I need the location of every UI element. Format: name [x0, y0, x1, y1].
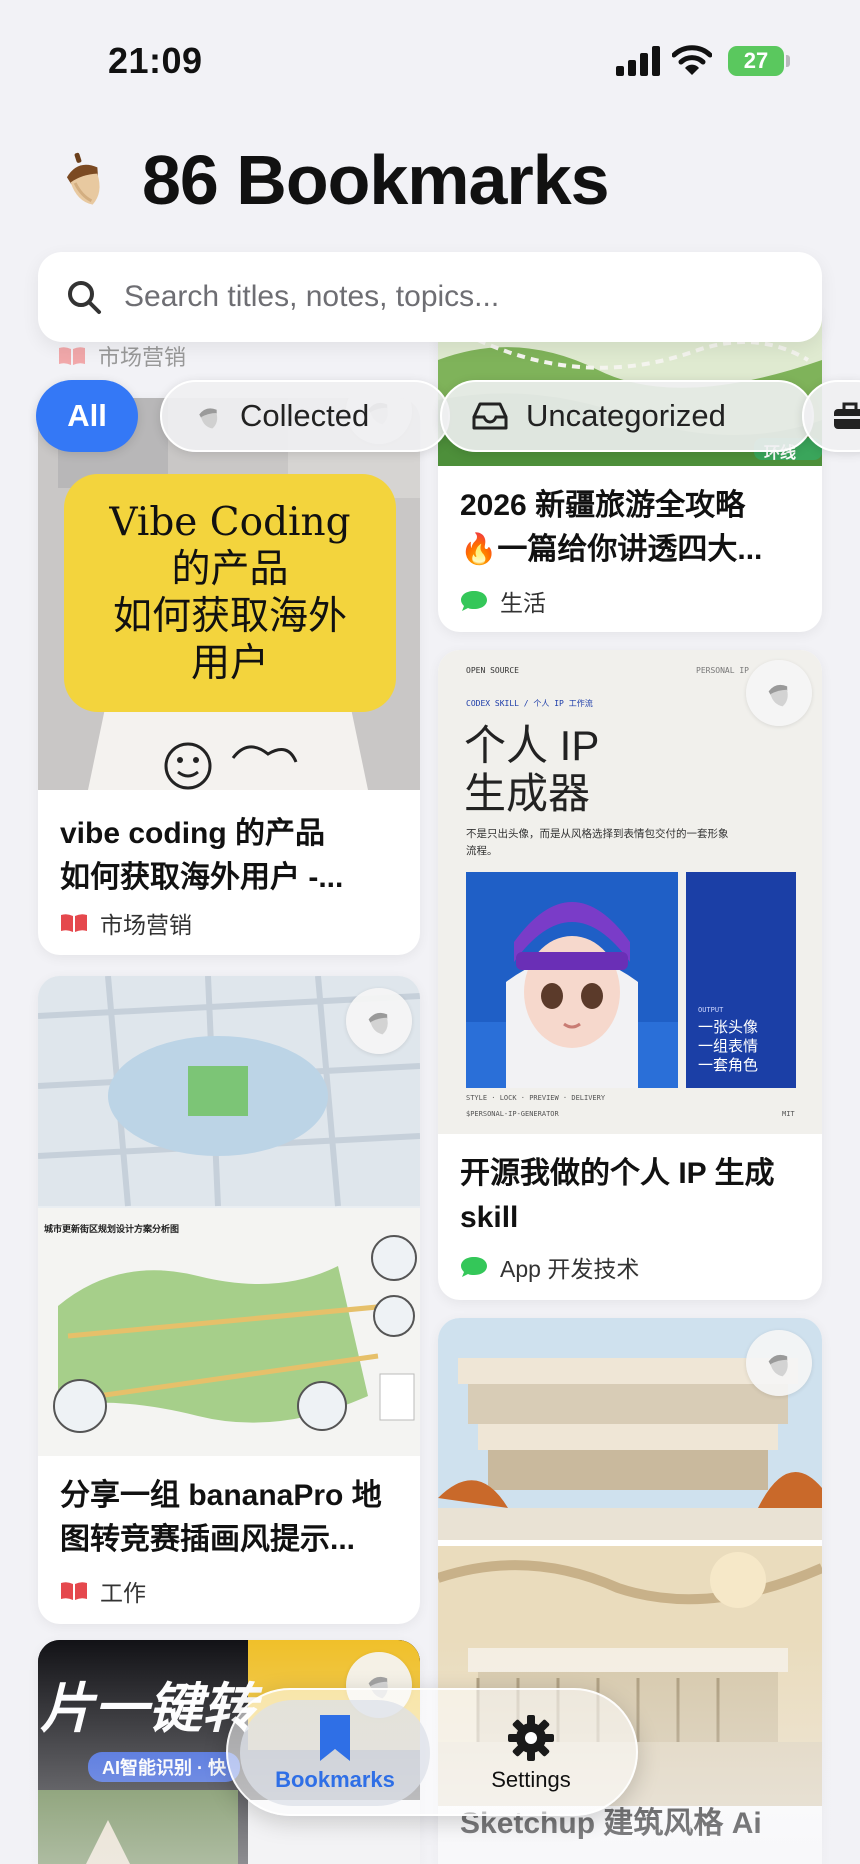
filter-chip-collected[interactable]: Collected — [160, 380, 450, 452]
acorn-icon — [768, 684, 788, 707]
tab-bar: Bookmarks Settings — [226, 1688, 638, 1816]
filter-chip-all[interactable]: All — [36, 380, 138, 452]
acorn-icon — [768, 1354, 788, 1377]
tab-label: Bookmarks — [275, 1767, 395, 1792]
cellular-signal-icon — [616, 46, 660, 76]
tray-icon — [472, 402, 508, 430]
promo-headline: 片一键转 — [40, 1679, 256, 1739]
card-title-line: 图转竞赛插画风提示... — [60, 1523, 356, 1556]
card-title: 开源我做的个人 IP 生成 skill — [460, 1152, 804, 1240]
status-time: 21:09 — [108, 40, 203, 81]
thumb-description-line: 不是只出头像，而是从风格选择到表情包交付的一套形象 — [466, 828, 729, 840]
gear-icon — [508, 1715, 554, 1761]
output-lines: 一张头像 一组表情 一套角色 — [698, 1018, 758, 1075]
collect-acorn-button[interactable] — [746, 660, 812, 726]
tab-settings[interactable]: Settings — [436, 1700, 626, 1806]
card-title: 2026 新疆旅游全攻略 🔥一篇给你讲透四大... — [460, 484, 804, 572]
search-icon — [68, 281, 101, 314]
output-panel: OUTPUT 一张头像 一组表情 一套角色 — [686, 872, 796, 1088]
card-title-line: 2026 新疆旅游全攻略 — [460, 489, 746, 522]
bookmark-card-personal-ip[interactable]: OPEN SOURCE PERSONAL IP CODEX SKILL / 个人… — [438, 650, 822, 1300]
thumb-top-left: OPEN SOURCE — [466, 666, 519, 675]
card-tag: 市场营销 — [60, 906, 192, 940]
collect-acorn-button[interactable] — [346, 988, 412, 1054]
card-tag-label: 生活 — [500, 590, 546, 616]
card-tag-peek: 市场营销 — [58, 340, 186, 372]
filter-chip-label: Uncategorized — [526, 398, 726, 433]
filter-chip-uncategorized[interactable]: Uncategorized — [440, 380, 814, 452]
battery-tip — [786, 55, 790, 67]
overlay-line: Vibe Coding — [109, 500, 351, 545]
book-icon — [61, 1582, 87, 1600]
card-title-line: skill — [460, 1201, 519, 1234]
avatar-illustration — [466, 872, 678, 1088]
card-title-line: vibe coding 的产品 — [60, 817, 326, 850]
bookmark-icon — [320, 1715, 350, 1761]
acorn-logo-icon — [66, 152, 100, 205]
tab-bookmarks[interactable]: Bookmarks — [240, 1700, 430, 1806]
thumb-footer-license: MIT — [782, 1110, 795, 1118]
chat-bubble-icon — [461, 1257, 487, 1277]
promo-subline: AI智能识别 · 快 — [88, 1752, 240, 1782]
thumb-heading-line: 生成器 — [464, 770, 591, 817]
wifi-icon — [672, 45, 712, 75]
card-tag: 生活 — [460, 584, 546, 618]
output-line: 一套角色 — [698, 1057, 759, 1074]
card-title-line: 🔥一篇给你讲透四大... — [460, 533, 763, 566]
card-tag-label: App 开发技术 — [500, 1256, 640, 1282]
thumb-top-right: PERSONAL IP — [696, 666, 749, 675]
card-tag: 工作 — [460, 1858, 546, 1864]
thumb-footer: STYLE · LOCK · PREVIEW · DELIVERY — [466, 1094, 606, 1102]
output-line: 一组表情 — [698, 1038, 759, 1055]
card-title-line: 开源我做的个人 IP 生成 — [460, 1157, 775, 1190]
bookmark-card-vibe-coding[interactable]: Vibe Coding 的产品 如何获取海外 用户 vibe coding 的产… — [38, 398, 420, 955]
card-tag-label: 市场营销 — [98, 345, 187, 370]
battery-indicator: 27 — [728, 46, 784, 76]
filter-chip-work[interactable] — [802, 380, 860, 452]
card-title: vibe coding 的产品 如何获取海外用户 -... — [60, 812, 402, 900]
book-icon — [61, 914, 87, 932]
overlay-line: 如何获取海外 — [112, 594, 347, 639]
card-title-line: 如何获取海外用户 -... — [60, 861, 344, 894]
bookmark-card-xinjiang[interactable]: 环线 2026 新疆旅游全攻略 🔥一篇给你讲透四大... 生活 — [438, 300, 822, 632]
output-line: 一张头像 — [698, 1019, 759, 1036]
page-title: 86 Bookmarks — [142, 141, 610, 219]
search-input[interactable] — [124, 280, 804, 314]
tab-label: Settings — [491, 1767, 571, 1792]
card-tag-label: 工作 — [100, 1580, 146, 1606]
thumb-kicker: CODEX SKILL / 个人 IP 工作流 — [466, 699, 593, 708]
overlay-line: 用户 — [190, 641, 269, 686]
video-overlay-caption: Vibe Coding 的产品 如何获取海外 用户 — [64, 474, 396, 712]
overlay-line: 的产品 — [171, 547, 289, 592]
filter-chip-label: Collected — [240, 398, 370, 433]
book-icon — [59, 347, 85, 365]
search-bar[interactable] — [38, 252, 822, 342]
filter-chips: All Collected Uncategorized — [36, 380, 860, 452]
thumb-heading: 个人 IP 生成器 — [464, 722, 599, 818]
filter-chip-label: All — [67, 398, 107, 433]
chat-bubble-icon — [461, 591, 487, 611]
thumb-description: 不是只出头像，而是从风格选择到表情包交付的一套形象 流程。 — [466, 826, 729, 860]
card-title: 分享一组 bananaPro 地 图转竞赛插画风提示... — [60, 1474, 402, 1562]
thumb-footer-repo: $PERSONAL-IP-GENERATOR — [466, 1110, 559, 1118]
output-label: OUTPUT — [698, 1006, 724, 1014]
card-title-line: 分享一组 bananaPro 地 — [60, 1479, 382, 1512]
briefcase-icon — [834, 402, 860, 429]
bookmark-card-bananapro-map[interactable]: 城市更新街区规划设计方案分析图 分享一组 bananaPro 地 图转竞赛插画风… — [38, 976, 420, 1624]
thumb-heading-line: 个人 IP — [464, 722, 600, 769]
acorn-icon — [199, 408, 218, 429]
card-tag: App 开发技术 — [460, 1250, 639, 1284]
card-tag-label: 工作 — [500, 1858, 546, 1864]
card-tag: 工作 — [60, 1574, 146, 1608]
thumb-description-line: 流程。 — [466, 845, 498, 857]
status-bar: 21:09 27 — [0, 0, 860, 110]
card-tag-label: 市场营销 — [100, 912, 192, 938]
map-image-caption: 城市更新街区规划设计方案分析图 — [44, 1224, 180, 1234]
acorn-icon — [368, 1012, 388, 1035]
collect-acorn-button[interactable] — [746, 1330, 812, 1396]
